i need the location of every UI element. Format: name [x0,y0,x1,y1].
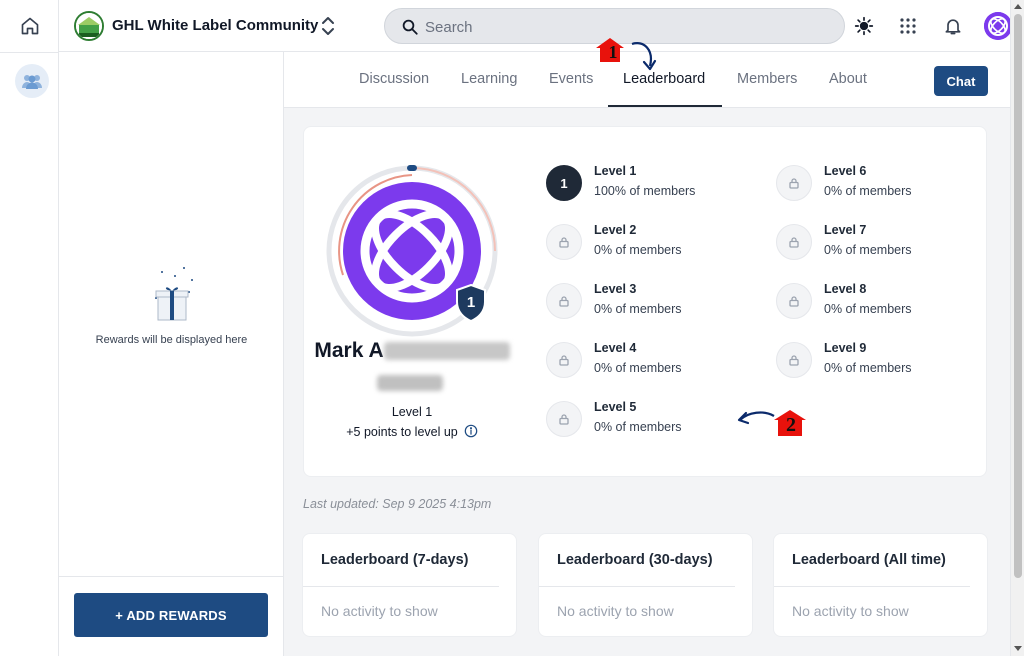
tab-about[interactable]: About [829,71,867,87]
lock-icon [776,224,812,260]
scroll-up-icon[interactable] [1014,4,1022,9]
level-member-share: 0% of members [824,243,912,257]
divider [303,586,499,587]
user-avatar[interactable] [984,12,1012,40]
scroll-down-icon[interactable] [1014,646,1022,651]
lock-icon [546,283,582,319]
annotation-1: 1 [596,36,662,72]
annotation-2: 2 [736,408,808,442]
level-title: Level 1 [594,164,637,178]
tab-members[interactable]: Members [737,71,797,87]
leaderboard-title: Leaderboard (30-days) [557,552,713,568]
level-member-share: 0% of members [824,302,912,316]
level-title: Level 2 [594,223,637,237]
search-input[interactable] [425,17,825,37]
level-title: Level 6 [824,164,867,178]
tab-events[interactable]: Events [549,71,593,87]
level-title: Level 7 [824,223,867,237]
level-member-share: 0% of members [594,243,682,257]
rewards-empty-state: Rewards will be displayed here [59,262,284,346]
apps-grid-icon[interactable] [896,14,920,38]
level-item: Level 2 0% of members [546,223,746,265]
leaderboard-title: Leaderboard (All time) [792,552,946,568]
community-icon[interactable] [15,64,49,98]
lock-icon [776,283,812,319]
level-item: Level 5 0% of members [546,400,746,442]
level-item: Level 7 0% of members [776,223,976,265]
levels-card: 1 Mark A Level 1 +5 points to level up 1… [303,126,987,477]
gift-icon [142,262,202,322]
leaderboard-empty-text: No activity to show [557,603,674,619]
level-item: 1 Level 1 100% of members [546,164,746,206]
level-item: Level 8 0% of members [776,282,976,324]
profile-level: Level 1 [391,405,433,419]
lock-icon [776,165,812,201]
annotation-number: 1 [608,42,618,62]
search-icon [401,18,419,36]
last-updated: Last updated: Sep 9 2025 4:13pm [303,497,492,511]
add-rewards-button[interactable]: + ADD REWARDS [74,593,268,637]
leaderboard-30-days: Leaderboard (30-days) No activity to sho… [538,533,753,637]
rewards-sidebar: Rewards will be displayed here + ADD REW… [59,52,284,656]
leaderboard-empty-text: No activity to show [321,603,438,619]
points-to-level-up-text: +5 points to level up [346,425,458,439]
level-member-share: 0% of members [594,420,682,434]
tab-discussion[interactable]: Discussion [359,71,429,87]
sidebar-footer: + ADD REWARDS [59,576,284,656]
main-content: 1 Mark A Level 1 +5 points to level up 1… [284,108,1010,656]
app-rail [0,0,59,656]
redacted-name [383,342,510,361]
active-tab-indicator [608,105,722,107]
chat-button[interactable]: Chat [934,66,988,96]
divider [539,586,735,587]
page-scrollbar[interactable] [1010,0,1024,656]
level-item: Level 3 0% of members [546,282,746,324]
profile-name: Mark A [304,339,520,363]
bell-icon[interactable] [941,14,965,38]
lock-icon [546,401,582,437]
tab-learning[interactable]: Learning [461,71,517,87]
leaderboard-7-days: Leaderboard (7-days) No activity to show [302,533,517,637]
leaderboard-title: Leaderboard (7-days) [321,552,469,568]
chevron-up-down-icon[interactable] [319,14,337,38]
lock-icon [776,342,812,378]
lock-icon [546,342,582,378]
sun-icon[interactable] [852,14,876,38]
tab-leaderboard[interactable]: Leaderboard [623,71,705,87]
points-to-level-up: +5 points to level up [304,424,520,439]
level-member-share: 0% of members [594,361,682,375]
level-item: Level 9 0% of members [776,341,976,383]
home-icon[interactable] [18,14,42,38]
level-item: Level 6 0% of members [776,164,976,206]
community-logo[interactable] [74,11,104,41]
shield-level-number: 1 [466,294,476,311]
rail-divider [0,52,59,53]
level-member-share: 100% of members [594,184,696,198]
profile-name-visible: Mark A [314,339,384,362]
level-title: Level 4 [594,341,637,355]
level-member-share: 0% of members [594,302,682,316]
current-level-badge: 1 [546,165,582,201]
level-item: Level 4 0% of members [546,341,746,383]
level-shield-badge: 1 [455,283,487,323]
level-title: Level 9 [824,341,867,355]
level-member-share: 0% of members [824,361,912,375]
annotation-number: 2 [786,414,796,436]
lock-icon [546,224,582,260]
rewards-empty-text: Rewards will be displayed here [95,334,248,346]
divider [774,586,970,587]
leaderboard-empty-text: No activity to show [792,603,909,619]
redacted-name-line2 [377,375,443,391]
level-title: Level 3 [594,282,637,296]
info-icon[interactable] [464,424,478,438]
level-member-share: 0% of members [824,184,912,198]
level-title: Level 8 [824,282,867,296]
community-name[interactable]: GHL White Label Community [112,17,318,34]
scroll-thumb[interactable] [1014,14,1022,578]
level-title: Level 5 [594,400,637,414]
leaderboard-all-time: Leaderboard (All time) No activity to sh… [773,533,988,637]
top-header: GHL White Label Community [59,0,1012,52]
